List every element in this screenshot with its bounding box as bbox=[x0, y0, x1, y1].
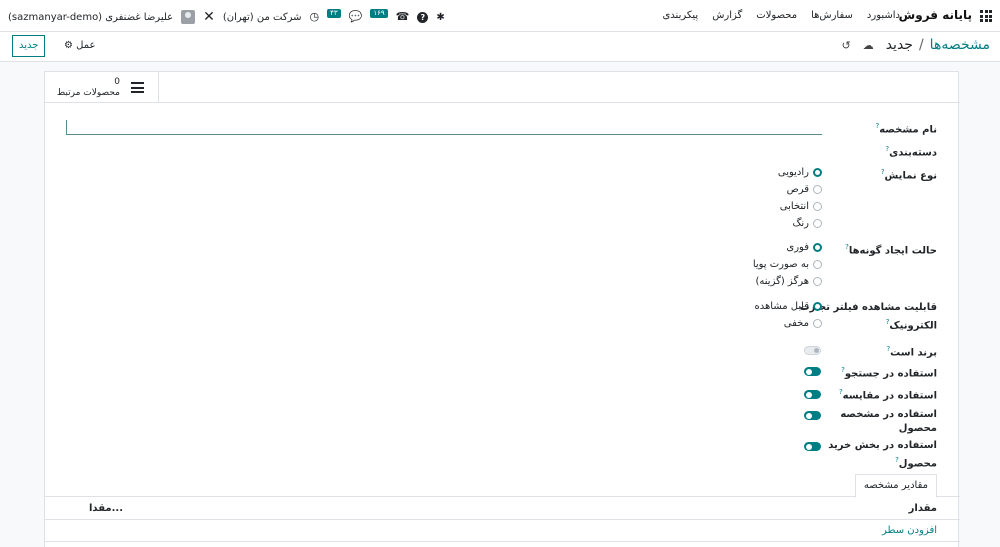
display-type-label: نوع نمایش? bbox=[880, 168, 937, 182]
use-search-toggle[interactable] bbox=[804, 367, 821, 376]
radio-dot-icon bbox=[813, 302, 822, 311]
activity-badge: ۴۳ bbox=[327, 8, 341, 18]
phone-icon[interactable]: ☎ bbox=[396, 10, 410, 24]
related-products-button[interactable]: 0 محصولات مرتبط bbox=[45, 72, 159, 102]
messages-icon[interactable]: 💬 bbox=[349, 10, 363, 24]
radio-dot-icon bbox=[813, 202, 822, 211]
new-button[interactable]: جدید bbox=[12, 35, 46, 57]
use-compare-label: استفاده در مقایسه? bbox=[838, 388, 937, 402]
ecommerce-filter-radio-group: قابل مشاهده مخفی bbox=[755, 298, 822, 332]
systray: (sazmanyar-demo) علیرضا غضنفری ✕ شرکت من… bbox=[8, 8, 445, 26]
help-icon[interactable]: ? bbox=[417, 11, 429, 23]
radio-dot-icon bbox=[813, 260, 822, 269]
main-menu: داشبورد سفارش‌ها محصولات گزارش پیکربندی bbox=[662, 10, 900, 21]
column-truncated-header[interactable]: مقدا... bbox=[89, 503, 123, 514]
gear-icon: ⚙ bbox=[64, 40, 73, 51]
app-brand[interactable]: پایانه فروش bbox=[899, 8, 972, 22]
radio-dot-icon bbox=[813, 185, 822, 194]
button-box: 0 محصولات مرتبط bbox=[45, 72, 960, 103]
radio-option-instantly[interactable]: فوری bbox=[753, 239, 822, 256]
use-purchase-label: استفاده در بخش خرید محصول? bbox=[828, 440, 937, 470]
variants-creation-label: حالت ایجاد گونه‌ها? bbox=[845, 243, 937, 257]
radio-option-visible[interactable]: قابل مشاهده bbox=[755, 298, 822, 315]
form-sheet: 0 محصولات مرتبط نام مشخصه? دسته‌بندی? نو… bbox=[44, 71, 960, 547]
tab-attribute-values[interactable]: مقادیر مشخصه bbox=[854, 474, 937, 498]
menu-item-dashboard[interactable]: داشبورد bbox=[867, 10, 900, 21]
radio-option-never[interactable]: هرگز (گزینه) bbox=[753, 273, 822, 290]
values-list-header: مقدار مقدا... bbox=[45, 498, 960, 520]
activity-clock-icon[interactable]: ◷ bbox=[310, 10, 320, 24]
user-menu[interactable]: (sazmanyar-demo) علیرضا غضنفری bbox=[8, 12, 173, 23]
category-label: دسته‌بندی? bbox=[885, 145, 937, 159]
radio-dot-icon bbox=[813, 168, 822, 177]
notebook-tabs: مقادیر مشخصه bbox=[45, 473, 960, 498]
list-icon bbox=[131, 82, 144, 93]
radio-option-select[interactable]: انتخابی bbox=[778, 198, 822, 215]
add-line-row: افزودن سطر bbox=[45, 520, 960, 542]
radio-option-hidden[interactable]: مخفی bbox=[755, 315, 822, 332]
use-purchase-toggle[interactable] bbox=[804, 442, 821, 451]
control-panel: جدید عمل ⚙ مشخصه‌ها / جدید ☁ ↺ bbox=[0, 32, 1000, 62]
apps-menu-icon[interactable] bbox=[980, 10, 992, 22]
display-type-radio-group: رادیویی قرص انتخابی رنگ bbox=[778, 164, 822, 232]
use-product-attr-label: استفاده در مشخصه محصول bbox=[840, 409, 937, 434]
breadcrumb-separator: / bbox=[918, 37, 924, 53]
radio-option-pills[interactable]: قرص bbox=[778, 181, 822, 198]
save-cloud-icon[interactable]: ☁ bbox=[863, 39, 874, 52]
menu-item-orders[interactable]: سفارش‌ها bbox=[811, 10, 853, 21]
radio-option-color[interactable]: رنگ bbox=[778, 215, 822, 232]
attribute-name-input[interactable] bbox=[66, 120, 822, 135]
variants-creation-radio-group: فوری به صورت پویا هرگز (گزینه) bbox=[753, 239, 822, 290]
radio-dot-icon bbox=[813, 277, 822, 286]
radio-dot-icon bbox=[813, 243, 822, 252]
menu-item-products[interactable]: محصولات bbox=[756, 10, 797, 21]
breadcrumb-current: جدید bbox=[885, 37, 913, 53]
discard-undo-icon[interactable]: ↺ bbox=[841, 39, 850, 52]
debug-tools-icon[interactable]: ✕ bbox=[203, 10, 215, 24]
action-menu-button[interactable]: عمل ⚙ bbox=[64, 40, 95, 51]
breadcrumb-parent[interactable]: مشخصه‌ها bbox=[930, 37, 990, 53]
menu-item-reporting[interactable]: گزارش bbox=[712, 10, 742, 21]
is-brand-label: برند است? bbox=[886, 345, 937, 359]
add-line-link[interactable]: افزودن سطر bbox=[882, 525, 937, 536]
radio-option-dynamically[interactable]: به صورت پویا bbox=[753, 256, 822, 273]
column-value-header[interactable]: مقدار bbox=[909, 503, 937, 514]
radio-dot-icon bbox=[813, 319, 822, 328]
company-switcher[interactable]: شرکت من (تهران) bbox=[223, 12, 302, 23]
top-navbar: پایانه فروش داشبورد سفارش‌ها محصولات گزا… bbox=[0, 0, 1000, 32]
related-products-label: محصولات مرتبط bbox=[56, 88, 120, 98]
use-search-label: استفاده در جستجو? bbox=[841, 366, 937, 380]
use-product-attr-toggle[interactable] bbox=[804, 411, 821, 420]
messages-badge: ۱۶۹ bbox=[370, 8, 388, 18]
menu-item-configuration[interactable]: پیکربندی bbox=[662, 10, 698, 21]
radio-option-radio[interactable]: رادیویی bbox=[778, 164, 822, 181]
radio-dot-icon bbox=[813, 219, 822, 228]
avatar[interactable] bbox=[181, 10, 196, 24]
use-compare-toggle[interactable] bbox=[804, 390, 821, 399]
related-products-count: 0 bbox=[114, 77, 120, 87]
bug-icon[interactable]: ✱ bbox=[436, 12, 444, 23]
is-brand-toggle[interactable] bbox=[804, 346, 821, 355]
action-label: عمل bbox=[76, 40, 96, 51]
attribute-name-label: نام مشخصه? bbox=[875, 122, 937, 136]
breadcrumb: مشخصه‌ها / جدید ☁ ↺ bbox=[841, 37, 990, 53]
